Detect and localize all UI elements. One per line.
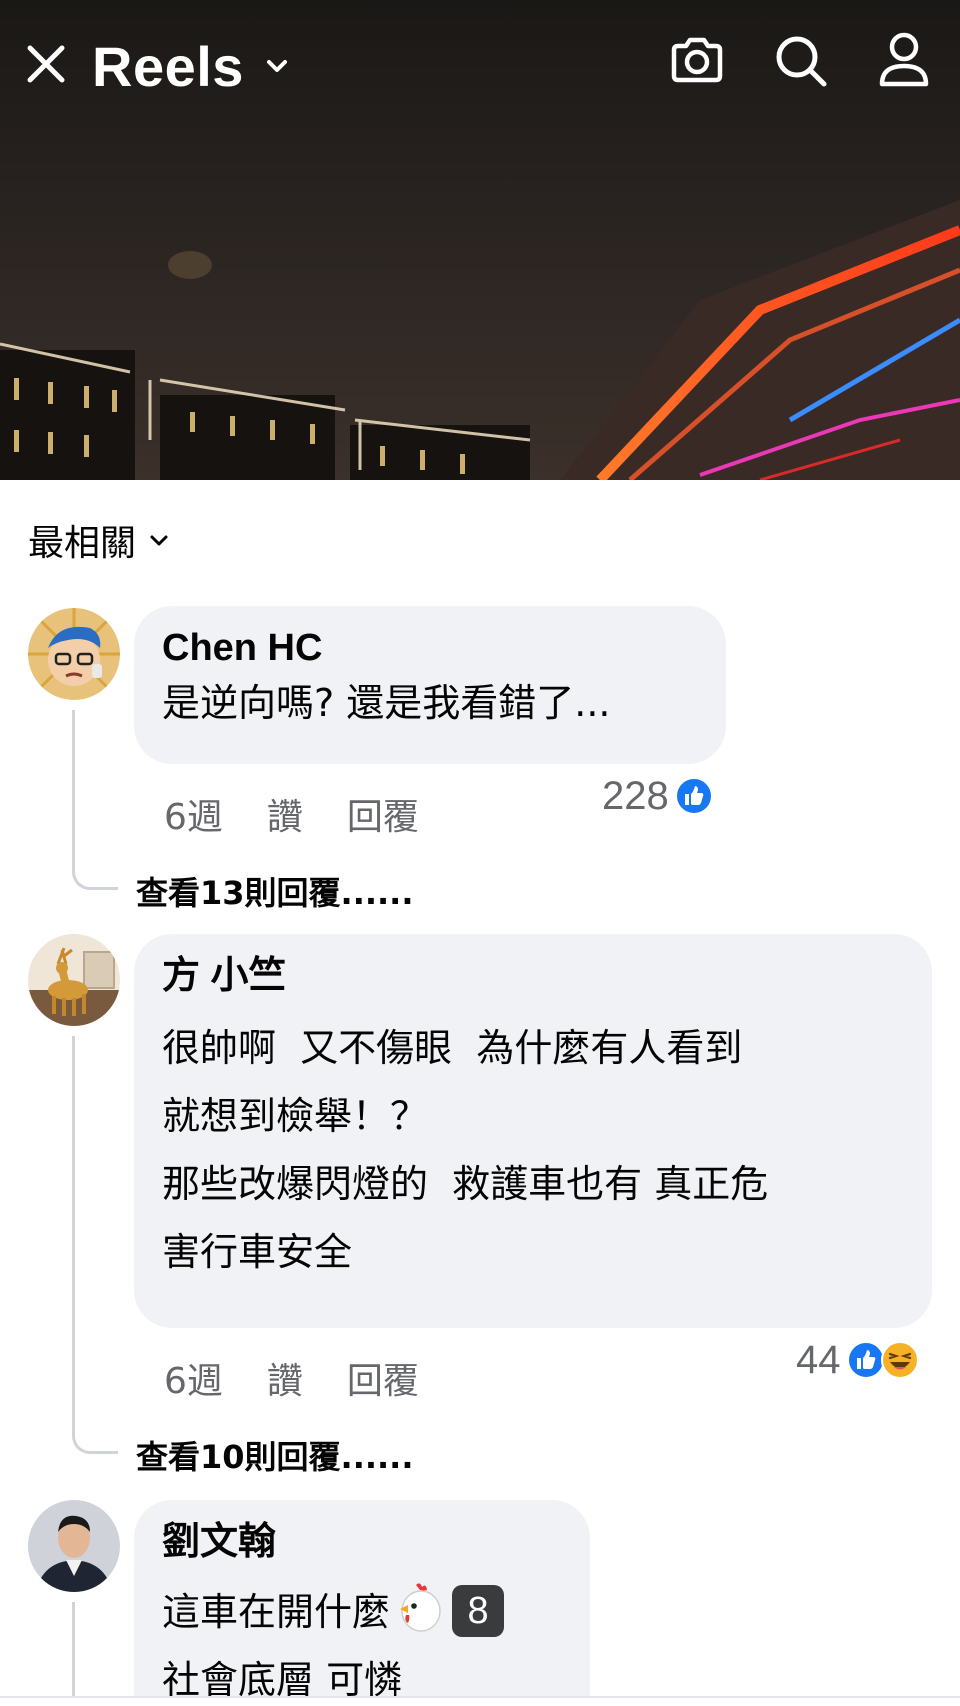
haha-reaction-icon — [880, 1341, 919, 1379]
comment-bubble[interactable]: 方 小竺 很帥啊 又不傷眼 為什麼有人看到 就想到檢舉！？ 那些改爆閃燈的 救護… — [134, 934, 932, 1328]
reaction-count: 228 — [602, 773, 669, 818]
reply-button[interactable]: 回覆 — [347, 788, 419, 840]
like-reaction-icon — [674, 777, 713, 815]
reply-button[interactable]: 回覆 — [347, 1352, 419, 1404]
comment-text: 這車在開什麼 8 社會底層 可憐 — [162, 1578, 562, 1706]
comment-author[interactable]: Chen HC — [162, 624, 698, 672]
comment-text: 是逆向嗎? 還是我看錯了... — [162, 681, 611, 725]
thread-connector — [72, 1036, 118, 1454]
comment-bubble[interactable]: 劉文翰 這車在開什麼 8 社會底層 可憐 — [134, 1500, 590, 1706]
chicken-icon — [400, 1583, 441, 1632]
comment-author[interactable]: 劉文翰 — [162, 1518, 562, 1566]
chevron-down-icon — [150, 535, 168, 546]
number-8-badge: 8 — [452, 1585, 505, 1637]
sort-label: 最相關 — [28, 523, 137, 564]
avatar-photo-image — [28, 1500, 120, 1592]
view-replies-link[interactable]: 查看13則回覆...... — [136, 868, 413, 914]
view-replies-link[interactable]: 查看10則回覆...... — [136, 1432, 413, 1478]
reaction-summary[interactable]: 44 — [796, 1336, 919, 1384]
comment-bubble[interactable]: Chen HC 是逆向嗎? 還是我看錯了... — [134, 606, 726, 764]
avatar[interactable] — [28, 934, 120, 1026]
reel-video[interactable]: Reels — [0, 0, 960, 480]
search-icon[interactable] — [772, 32, 830, 90]
thread-connector — [72, 710, 118, 890]
comment-author[interactable]: 方 小竺 — [162, 952, 904, 1000]
avatar-cartoon-image — [28, 608, 120, 700]
comment-actions: 6週 讚 回覆 — [164, 790, 463, 838]
reels-top-bar: Reels — [0, 0, 960, 140]
like-button[interactable]: 讚 — [267, 1352, 303, 1404]
bottom-bar-edge — [0, 1696, 960, 1706]
reels-title-dropdown[interactable]: Reels — [92, 34, 290, 98]
comment-time: 6週 — [164, 797, 223, 838]
comment-text: 很帥啊 又不傷眼 為什麼有人看到 就想到檢舉！？ 那些改爆閃燈的 救護車也有 真… — [162, 1026, 769, 1274]
like-button[interactable]: 讚 — [267, 788, 303, 840]
close-icon[interactable] — [22, 40, 70, 88]
comment-actions: 6週 讚 回覆 — [164, 1354, 463, 1402]
avatar[interactable] — [28, 608, 120, 700]
reaction-summary[interactable]: 228 — [602, 772, 713, 820]
chevron-down-icon — [266, 60, 287, 72]
comment-sort-dropdown[interactable]: 最相關 — [28, 516, 170, 564]
avatar[interactable] — [28, 1500, 120, 1592]
comment-text-line: 這車在開什麼 — [162, 1590, 391, 1634]
reaction-count: 44 — [796, 1337, 841, 1382]
like-reaction-icon — [846, 1341, 885, 1379]
profile-icon[interactable] — [876, 30, 932, 90]
avatar-deer-image — [28, 934, 120, 1026]
page-title: Reels — [92, 34, 244, 98]
comment-time: 6週 — [164, 1361, 223, 1402]
thread-connector — [72, 1602, 118, 1702]
camera-icon[interactable] — [668, 32, 726, 90]
